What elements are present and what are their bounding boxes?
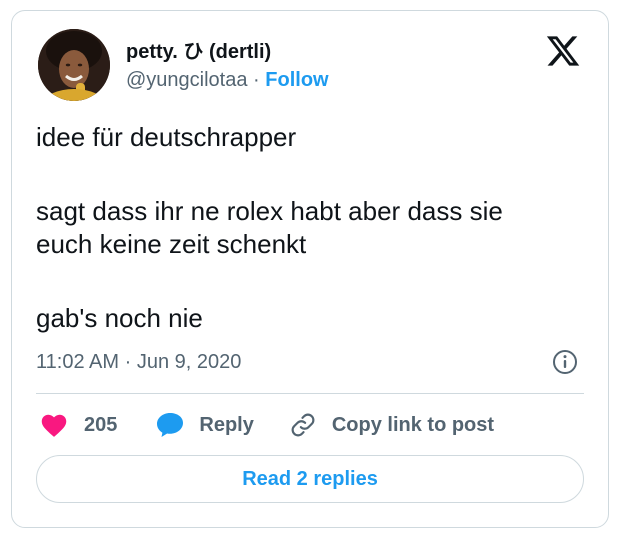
handle-separator: · [253, 69, 260, 91]
tweet-text: idee für deutschrapper sagt dass ihr ne … [36, 121, 596, 335]
action-bar: 205 Reply Copy link to post [40, 409, 494, 441]
link-icon [291, 413, 315, 437]
avatar[interactable] [38, 29, 110, 101]
info-icon[interactable] [552, 349, 578, 375]
avatar-image [38, 29, 110, 101]
reply-button[interactable]: Reply [155, 411, 254, 439]
speech-bubble-icon [157, 413, 184, 437]
heart-icon [41, 414, 67, 437]
tweet-line: euch keine zeit schenkt [36, 229, 307, 259]
copy-link-button[interactable]: Copy link to post [290, 412, 494, 438]
tweet-card: petty. ひ (dertli) @yungcilotaa · Follow … [11, 10, 609, 528]
like-button[interactable]: 205 [40, 412, 117, 438]
tweet-line: gab's noch nie [36, 303, 203, 333]
tweet-line: idee für deutschrapper [36, 122, 297, 152]
x-logo-icon[interactable] [544, 33, 582, 69]
tweet-timestamp[interactable]: 11:02 AM · Jun 9, 2020 [36, 351, 241, 374]
tweet-time: 11:02 AM [36, 351, 120, 373]
tweet-date: Jun 9, 2020 [136, 351, 242, 373]
tweet-line: sagt dass ihr ne rolex habt aber dass si… [36, 196, 503, 226]
read-replies-button[interactable]: Read 2 replies [36, 455, 584, 503]
handle-line: @yungcilotaa · Follow [126, 69, 329, 92]
author-name[interactable]: petty. ひ (dertli) [126, 35, 271, 64]
divider [36, 393, 584, 394]
reply-label: Reply [199, 413, 254, 436]
date-separator: · [124, 351, 132, 373]
like-count: 205 [84, 413, 118, 436]
author-handle[interactable]: @yungcilotaa [126, 69, 247, 91]
copy-link-label: Copy link to post [331, 413, 495, 436]
follow-link[interactable]: Follow [265, 69, 328, 91]
